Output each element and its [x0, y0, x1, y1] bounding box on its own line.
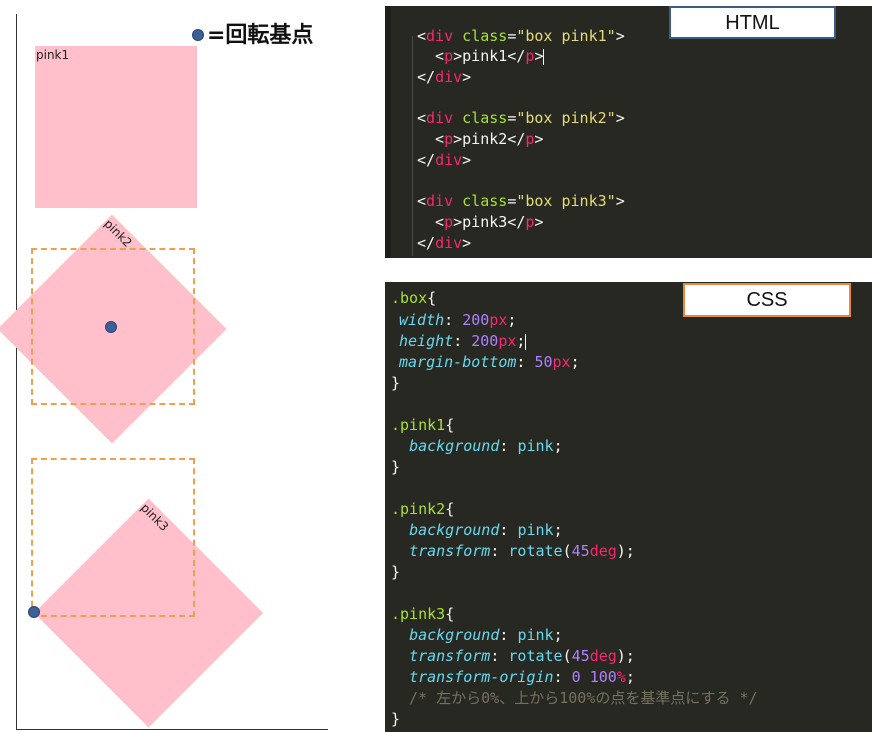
css-line-21: } [391, 710, 401, 728]
css-line-17: background: pink; [409, 626, 563, 644]
html-line-6: <p>pink2</p> [417, 130, 544, 148]
html-panel-label: HTML [669, 6, 836, 39]
html-line-10: <p>pink3</p> [417, 213, 544, 231]
css-panel-label: CSS [683, 283, 851, 317]
pink3-rotation-origin-dot [28, 606, 40, 618]
css-line-4: margin-bottom: 50px; [399, 353, 580, 371]
html-line-2: <p>pink1</p> [417, 47, 545, 65]
css-line-7: .pink1{ [391, 416, 455, 434]
css-line-9: } [391, 458, 401, 476]
html-line-11: </div> [417, 234, 472, 252]
css-line-19: transform-origin: 0 100%; [409, 668, 635, 686]
css-line-13: transform: rotate(45deg); [409, 542, 635, 560]
css-line-12: background: pink; [409, 521, 563, 539]
left-border-line [16, 14, 17, 730]
css-line-16: .pink3{ [391, 605, 455, 623]
css-line-1: .box{ [391, 289, 437, 307]
rotation-origin-legend-text: =回転基点 [207, 23, 314, 48]
css-line-3: height: 200px; [399, 332, 527, 350]
css-line-20: /* 左から0%、上から100%の点を基準点にする */ [391, 689, 758, 707]
bottom-border-line [16, 729, 328, 730]
html-line-3: </div> [417, 68, 472, 86]
rotation-origin-legend-icon [192, 29, 204, 41]
pink1-label: pink1 [36, 48, 70, 62]
css-line-11: .pink2{ [391, 500, 455, 518]
html-line-5: <div class="box pink2"> [417, 109, 625, 127]
demo-canvas: pink1 pink2 pink3 =回転基点 [0, 0, 330, 732]
html-line-1: <div class="box pink1"> [417, 27, 625, 45]
pink2-label: pink2 [101, 216, 135, 250]
html-line-9: <div class="box pink3"> [417, 192, 625, 210]
pink1-box: pink1 [35, 46, 197, 208]
html-line-7: </div> [417, 151, 472, 169]
pink3-original-outline [31, 458, 195, 617]
css-line-2: width: 200px; [399, 311, 517, 329]
pink2-rotation-origin-dot [105, 321, 117, 333]
gutter [385, 6, 391, 258]
css-line-5: } [391, 374, 401, 392]
css-code-panel: .box{ width: 200px; height: 200px; margi… [385, 282, 872, 732]
html-code-panel: <div class="box pink1"> <p>pink1</p> </d… [385, 6, 872, 258]
css-line-14: } [391, 563, 401, 581]
indent-guide [412, 36, 413, 256]
css-line-8: background: pink; [409, 437, 563, 455]
css-line-18: transform: rotate(45deg); [409, 647, 635, 665]
